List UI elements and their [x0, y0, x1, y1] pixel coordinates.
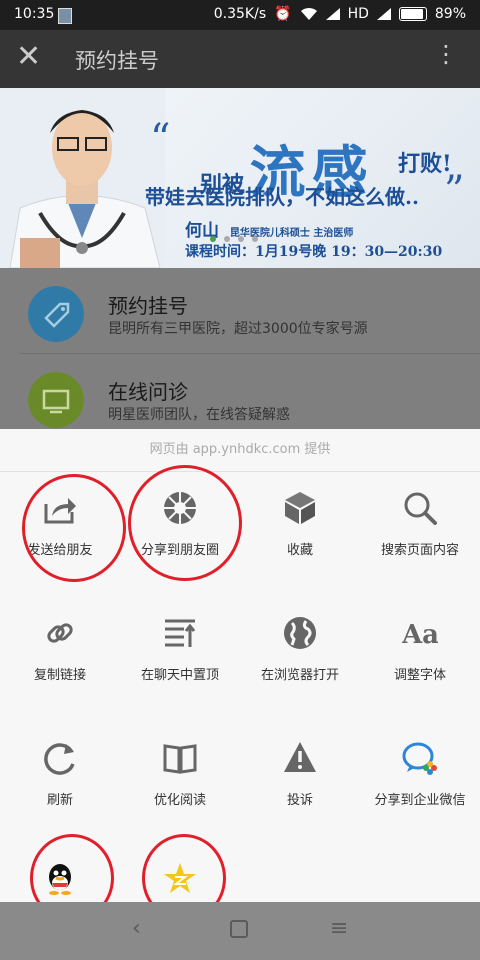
action-label: 收藏: [286, 543, 313, 558]
pin-top-icon: [165, 619, 196, 647]
carousel-dot[interactable]: [238, 236, 244, 242]
annotation-circle: [128, 465, 242, 581]
search-page-button[interactable]: 搜索页面内容: [360, 472, 480, 597]
screen-icon: [28, 372, 84, 428]
complain-button[interactable]: 投诉: [240, 722, 360, 847]
pin-top-button[interactable]: 在聊天中置顶: [120, 597, 240, 722]
status-time: 10:35: [14, 6, 55, 22]
sim-card-icon: [58, 8, 72, 24]
network-speed: 0.35K/s: [213, 6, 267, 22]
nav-bar: ‹ ≡: [0, 902, 480, 960]
link-icon: [47, 623, 73, 643]
action-label: 搜索页面内容: [380, 543, 459, 558]
optimize-reading-button[interactable]: 优化阅读: [120, 722, 240, 847]
service-name: 在线问诊: [108, 380, 188, 404]
signal-icon-2: [376, 8, 391, 20]
share-to-wechat-work-button[interactable]: 分享到企业微信: [360, 722, 480, 847]
search-icon: [404, 492, 437, 525]
close-icon[interactable]: ✕: [16, 42, 41, 72]
action-label: 投诉: [286, 793, 313, 808]
open-in-browser-button[interactable]: 在浏览器打开: [240, 597, 360, 722]
service-name: 预约挂号: [108, 294, 188, 318]
carousel-dot[interactable]: [210, 236, 216, 242]
cube-icon: [285, 492, 315, 524]
action-label: 调整字体: [393, 668, 446, 683]
annotation-circle: [22, 474, 126, 582]
service-desc: 昆明所有三甲医院，超过3000位专家号源: [108, 321, 368, 337]
warning-icon: [284, 742, 316, 772]
action-label: 在聊天中置顶: [140, 668, 219, 683]
doctor-photo: [0, 88, 165, 268]
home-icon[interactable]: [230, 920, 248, 938]
action-label: 复制链接: [33, 668, 86, 683]
service-list: 预约挂号 昆明所有三甲医院，超过3000位专家号源 在线问诊 明星医师团队，在线…: [0, 268, 480, 440]
carousel-dot[interactable]: [252, 236, 258, 242]
service-item[interactable]: 在线问诊 明星医师团队，在线答疑解惑: [20, 354, 480, 440]
service-desc: 明星医师团队，在线答疑解惑: [108, 407, 290, 423]
adjust-font-button[interactable]: Aa 调整字体: [360, 597, 480, 722]
refresh-icon: [44, 743, 75, 775]
carousel-dot[interactable]: [224, 236, 230, 242]
signal-icon: [325, 8, 340, 20]
favorite-button[interactable]: 收藏: [240, 472, 360, 597]
service-item[interactable]: 预约挂号 昆明所有三甲医院，超过3000位专家号源: [20, 268, 480, 354]
wifi-icon: [300, 7, 317, 20]
more-vertical-icon[interactable]: ⋮: [434, 42, 458, 66]
provider-text: 网页由 app.ynhdkc.com 提供: [0, 429, 480, 472]
globe-icon: [284, 617, 316, 649]
menu-icon[interactable]: ≡: [330, 916, 348, 941]
book-icon: [163, 744, 197, 774]
battery-icon: [398, 7, 427, 21]
action-label: 刷新: [46, 793, 73, 808]
status-right: 0.35K/s ⏰ HD 89%: [214, 6, 466, 22]
refresh-button[interactable]: 刷新: [0, 722, 120, 847]
page-title: 预约挂号: [75, 49, 159, 73]
schedule: 课程时间：1月19号晚 19：30—20:30: [185, 244, 443, 260]
action-label: 在浏览器打开: [260, 668, 339, 683]
quote-open: “: [150, 116, 171, 162]
tag-icon: [28, 286, 84, 342]
action-label: 优化阅读: [153, 793, 206, 808]
quote-close: ”: [444, 168, 465, 214]
title-bar: ✕ 预约挂号 ⋮: [0, 30, 480, 88]
copy-link-button[interactable]: 复制链接: [0, 597, 120, 722]
share-sheet: 网页由 app.ynhdkc.com 提供 发送给朋友 分享到朋友圈 收藏 搜索…: [0, 429, 480, 922]
carousel-dots: [210, 236, 258, 242]
promo-banner[interactable]: “ 别被 流感 打败! 带娃去医院排队，不如这么做.. ” 何山 昆华医院儿科硕…: [0, 88, 480, 268]
banner-subline: 带娃去医院排队，不如这么做..: [145, 185, 419, 209]
battery-level: 89%: [434, 6, 466, 22]
network-type: HD: [347, 6, 369, 22]
alarm-icon: ⏰: [274, 6, 292, 22]
action-label: 分享到企业微信: [374, 793, 466, 808]
font-icon: Aa: [402, 620, 438, 650]
back-icon[interactable]: ‹: [132, 916, 141, 941]
svg-text:Aa: Aa: [402, 620, 438, 650]
status-bar: 10:35 0.35K/s ⏰ HD 89%: [0, 0, 480, 30]
wechat-work-icon: [402, 742, 437, 775]
